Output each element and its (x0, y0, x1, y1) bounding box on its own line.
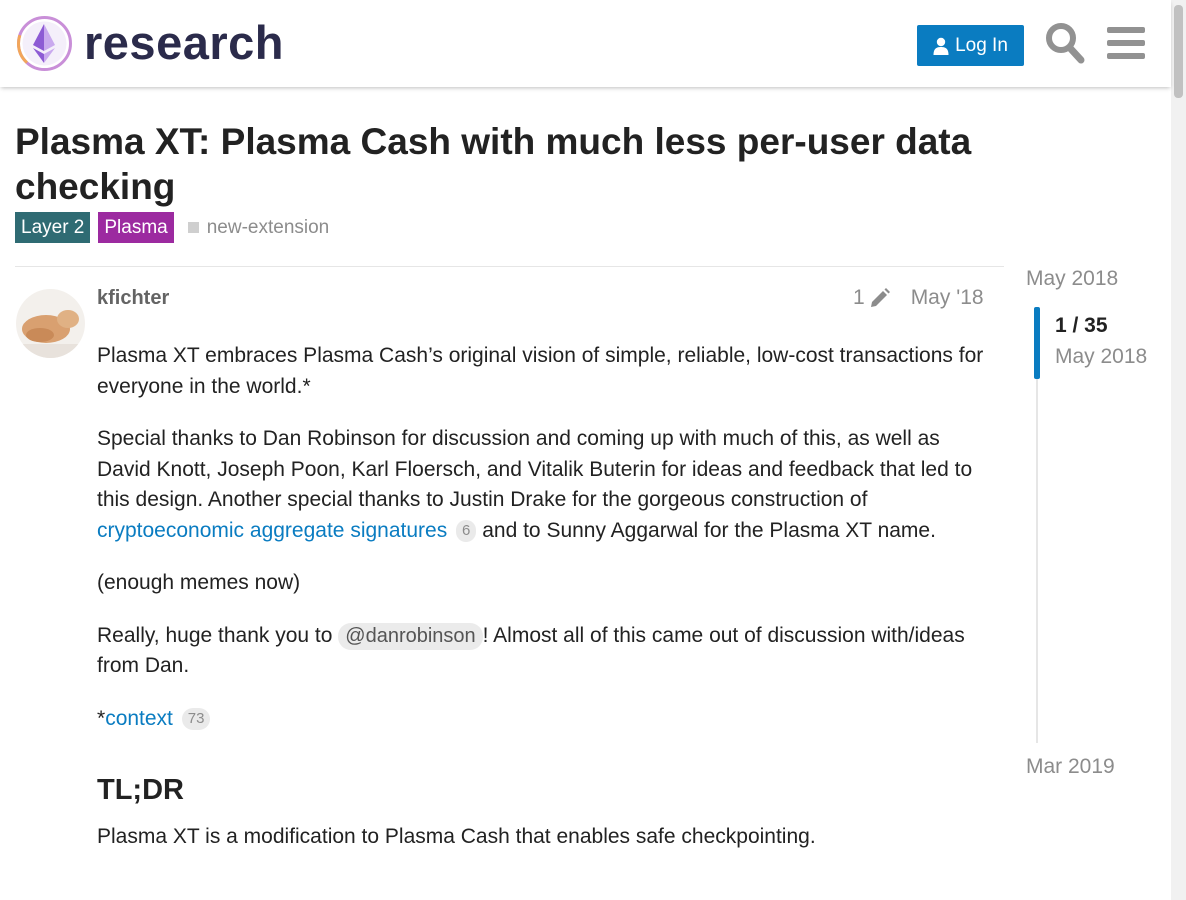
post-paragraph-mention: Really, huge thank you to @danrobinson! … (97, 621, 992, 682)
timeline-start-date[interactable]: May 2018 (1026, 267, 1118, 291)
user-mention[interactable]: @danrobinson (338, 622, 483, 650)
post-paragraph: Plasma XT embraces Plasma Cash’s origina… (97, 344, 984, 398)
title-divider (15, 266, 1004, 267)
pencil-icon (870, 288, 890, 307)
post-meta: 1 May '18 (853, 286, 984, 310)
paragraph-text: and to Sunny Aggarwal for the Plasma XT … (476, 518, 936, 542)
ethereum-research-logo-icon[interactable] (16, 15, 73, 72)
login-button[interactable]: Log In (917, 25, 1024, 66)
topic-title[interactable]: Plasma XT: Plasma Cash with much less pe… (15, 119, 1015, 209)
timeline-position[interactable]: 1 / 35 (1055, 314, 1108, 338)
post-body: Plasma XT embraces Plasma Cash’s origina… (97, 341, 992, 875)
edit-history-button[interactable]: 1 (853, 286, 891, 310)
login-label: Log In (955, 34, 1008, 56)
topic-tags: Layer 2 Plasma new-extension (15, 212, 329, 243)
timeline-position-date: May 2018 (1055, 345, 1148, 368)
section-heading: TL;DR (97, 774, 184, 806)
site-logo-text[interactable]: research (84, 13, 284, 73)
edit-count: 1 (853, 286, 865, 309)
search-icon[interactable] (1045, 22, 1085, 64)
post-paragraph-thanks: Special thanks to Dan Robinson for discu… (97, 424, 992, 546)
tag-label: new-extension (206, 216, 330, 238)
tag-square-icon (187, 222, 199, 233)
scrollbar-thumb[interactable] (1174, 5, 1183, 98)
post-date[interactable]: May '18 (911, 286, 984, 310)
site-header: research Log In (0, 0, 1171, 87)
category-layer-2[interactable]: Layer 2 (15, 212, 91, 243)
context-link[interactable]: context (105, 707, 173, 730)
footnote-marker: * (97, 706, 106, 730)
post-paragraph: Plasma XT is a modification to Plasma Ca… (97, 825, 816, 848)
post-paragraph-context: *context 73 (97, 704, 992, 735)
paragraph-text: Special thanks to Dan Robinson for discu… (97, 427, 973, 511)
category-plasma[interactable]: Plasma (98, 212, 174, 243)
link-click-count: 73 (181, 707, 211, 730)
page-scrollbar[interactable] (1171, 0, 1186, 900)
link-click-count: 6 (456, 519, 477, 542)
user-avatar[interactable] (16, 289, 85, 358)
timeline-handle[interactable] (1034, 307, 1040, 379)
paragraph-text: Really, huge thank you to (97, 623, 339, 647)
tag-new-extension[interactable]: new-extension (187, 216, 330, 239)
user-icon (933, 37, 949, 55)
post-paragraph: (enough memes now) (97, 571, 301, 594)
timeline-end-date[interactable]: Mar 2019 (1026, 755, 1115, 779)
hamburger-menu-icon[interactable] (1107, 25, 1145, 61)
aggregate-signatures-link[interactable]: cryptoeconomic aggregate signatures (97, 519, 447, 542)
post-username[interactable]: kfichter (97, 287, 169, 310)
